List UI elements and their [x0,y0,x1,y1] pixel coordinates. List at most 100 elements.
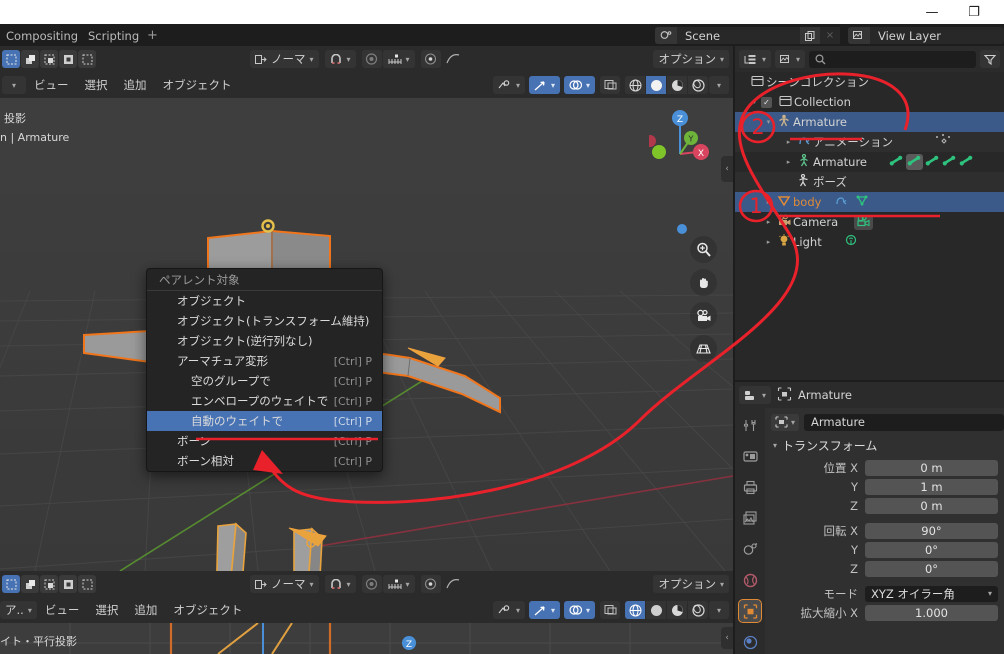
overlays-dropdown[interactable]: ▾ [563,76,595,94]
xray-toggle-bottom[interactable] [600,601,620,619]
zoom-icon[interactable] [690,236,717,263]
solid-icon[interactable] [646,601,666,619]
box-select-icon[interactable] [78,575,96,593]
object-mode-icon[interactable] [2,575,20,593]
properties-content[interactable]: ▾ Armature ▾ トランスフォーム 位置 X 0 m Y 1 m Z 0… [765,408,1004,654]
gizmo-dropdown[interactable]: ▾ [528,76,560,94]
physics-icon[interactable] [739,631,761,653]
visibility-dropdown[interactable]: ▾ [492,76,525,94]
proportional-falloff-dropdown-bottom[interactable]: ▾ [382,575,415,593]
disclosure-triangle[interactable]: ▸ [782,138,795,146]
datablock-type-dropdown[interactable]: ▾ [771,413,800,431]
outliner-row-body[interactable]: ▸ body [735,192,1004,212]
disclosure-triangle[interactable]: ▸ [782,158,795,166]
grid-icon[interactable] [690,335,717,362]
viewport-sidebar-toggle[interactable]: ‹ [721,156,733,182]
scene-props-icon[interactable] [739,538,761,560]
field-value[interactable]: 0 m [865,459,998,476]
menu-select[interactable]: 選択 [77,76,116,94]
rendered-icon[interactable] [688,601,708,619]
rendered-icon[interactable] [688,76,708,94]
tool-icon[interactable] [739,414,761,436]
gizmo-dropdown-bottom[interactable]: ▾ [528,601,560,619]
rotation-mode-select[interactable]: XYZ オイラー角 ▾ [865,585,998,602]
outliner-filter-id-dropdown[interactable]: ▾ [775,50,806,68]
window-minimize-button[interactable]: — [914,0,950,24]
editor-type-dropdown-bottom[interactable]: ア.. ▾ [0,601,37,619]
vertex-select-icon[interactable] [21,50,39,68]
disclosure-triangle[interactable]: ▸ [762,238,775,246]
bone-icon-selected[interactable] [906,154,923,170]
curve-icon-button-bottom[interactable] [443,575,463,593]
field-value[interactable]: 0° [865,541,998,558]
properties-editor-type-dropdown[interactable]: ▾ [739,386,772,404]
world-icon[interactable] [739,569,761,591]
object-icon[interactable] [738,599,762,623]
outliner-display-mode-dropdown[interactable]: ▾ [739,50,772,68]
menu-item-object-keep-transform[interactable]: オブジェクト(トランスフォーム維持) [147,311,382,331]
navigation-gizmo[interactable]: Z Y X [649,108,711,170]
pivot-point-dropdown-bottom[interactable] [420,575,441,593]
disclosure-triangle[interactable]: ▾ [748,98,761,106]
menu-object[interactable]: オブジェクト [155,76,240,94]
properties-tab-column[interactable] [735,408,765,654]
outliner-row-armature-object[interactable]: ▾ Armature [735,112,1004,132]
proportional-editing-toggle-bottom[interactable] [361,575,382,593]
proportional-falloff-dropdown[interactable]: ▾ [382,50,415,68]
render-icon[interactable] [739,445,761,467]
menu-item-object[interactable]: オブジェクト [147,291,382,311]
select-mode-buttons-bottom[interactable] [0,575,96,593]
outliner-filter-button[interactable] [980,50,1000,68]
menu-view[interactable]: ビュー [26,76,77,94]
snap-dropdown[interactable]: ▾ [324,50,356,68]
field-scale-x[interactable]: 拡大縮小 X 1.000 [771,604,1004,621]
field-rotation-y[interactable]: Y 0° [771,541,1004,558]
hand-icon[interactable] [690,269,717,296]
menu-item-bone-relative[interactable]: ボーン相対 [Ctrl] P [147,451,382,471]
body-animation-icon[interactable] [835,195,850,210]
light-data-icon[interactable] [844,234,858,250]
face-select-icon[interactable] [59,50,77,68]
field-location-y[interactable]: Y 1 m [771,478,1004,495]
shading-options-dropdown[interactable]: ▾ [709,76,729,94]
window-maximize-button[interactable]: ❐ [956,0,992,24]
camera-icon[interactable] [690,302,717,329]
outliner-row-animation[interactable]: ▸ アニメーション [735,132,1004,152]
field-rotation-z[interactable]: Z 0° [771,560,1004,577]
field-value[interactable]: 90° [865,522,998,539]
properties-breadcrumb[interactable]: ▾ Armature [771,413,1004,431]
visibility-dropdown-bottom[interactable]: ▾ [492,601,525,619]
box-select-icon[interactable] [78,50,96,68]
outliner-row-camera[interactable]: ▸ Camera [735,212,1004,232]
transform-orientation-dropdown-bottom[interactable]: ノーマ ▾ [250,575,319,593]
field-value[interactable]: 1.000 [865,604,998,621]
shading-mode-group[interactable] [625,76,708,94]
menu-object-bottom[interactable]: オブジェクト [165,601,250,619]
new-scene-button[interactable] [800,27,820,44]
menu-item-bone[interactable]: ボーン [Ctrl] P [147,431,382,451]
bone-icon[interactable] [889,154,904,170]
menu-item-with-empty-groups[interactable]: 空のグループで [Ctrl] P [147,371,382,391]
add-workspace-button[interactable]: + [140,26,165,45]
bone-icon[interactable] [925,154,940,170]
snap-dropdown-bottom[interactable]: ▾ [324,575,356,593]
outliner-editor[interactable]: ▾ ▾ シーンコレクション ▾ ✓ Collection ▾ Armature … [735,46,1004,380]
camera-data-icon[interactable] [854,214,874,230]
bone-icon[interactable] [942,154,957,170]
wireframe-icon[interactable] [625,76,645,94]
scene-selector[interactable]: Scene × [655,27,840,44]
face-select-icon[interactable] [59,575,77,593]
outliner-row-armature-data[interactable]: ▸ Armature [735,152,1004,172]
menu-select-bottom[interactable]: 選択 [87,601,126,619]
transform-panel-header[interactable]: ▾ トランスフォーム [773,437,1004,454]
vertex-select-icon[interactable] [21,575,39,593]
outliner-row-light[interactable]: ▸ Light [735,232,1004,252]
collection-checkbox[interactable]: ✓ [761,96,772,108]
delete-scene-button[interactable]: × [820,27,840,44]
shading-options-dropdown-bottom[interactable]: ▾ [709,601,729,619]
material-icon[interactable] [667,601,687,619]
field-rotation-mode[interactable]: モード XYZ オイラー角 ▾ [771,585,1004,602]
shading-mode-group-bottom[interactable] [625,601,708,619]
field-value[interactable]: 0 m [865,497,998,514]
proportional-editing-toggle[interactable] [361,50,382,68]
